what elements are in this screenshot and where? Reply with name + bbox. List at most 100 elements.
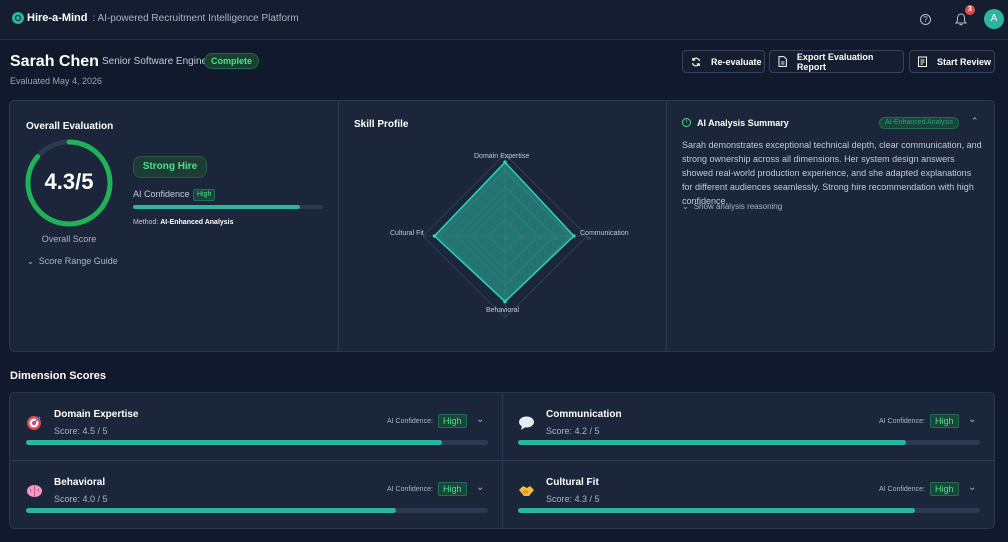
dimension-score-fill — [518, 440, 907, 445]
target-icon — [27, 416, 41, 430]
top-bar: Hire-a-Mind : AI-powered Recruitment Int… — [0, 0, 1008, 40]
dimension-score-bar — [518, 440, 980, 445]
overall-score-label: Overall Score — [41, 234, 97, 244]
export-report-button[interactable]: Export Evaluation Report — [769, 50, 904, 73]
reevaluate-label: Re-evaluate — [711, 56, 762, 67]
dimension-name: Domain Expertise — [54, 409, 139, 420]
dimension-score-bar — [26, 440, 488, 445]
dimension-name: Communication — [546, 409, 622, 420]
dimension-scores-title: Dimension Scores — [10, 370, 106, 382]
brain-icon — [27, 485, 42, 497]
dimension-confidence-label: AI Confidence: — [879, 418, 925, 425]
dimension-confidence-level: High — [438, 482, 467, 496]
dimension-confidence-label: AI Confidence: — [879, 486, 925, 493]
chevron-down-icon[interactable]: ⌄ — [476, 414, 484, 425]
score-range-guide-toggle[interactable]: ⌄ Score Range Guide — [27, 256, 118, 266]
skill-profile-title: Skill Profile — [354, 119, 409, 130]
radar-tick-label: 3 — [552, 237, 558, 240]
dimension-score-bar — [26, 508, 488, 513]
show-reasoning-toggle[interactable]: ⌄ Show analysis reasoning — [682, 202, 782, 211]
overall-evaluation-title: Overall Evaluation — [26, 121, 114, 132]
dimension-score: Score: 4.0 / 5 — [54, 494, 108, 504]
clipboard-icon — [918, 56, 927, 67]
method-label: Method: — [133, 219, 159, 226]
notification-count-badge: 3 — [965, 5, 975, 15]
status-badge: Complete — [204, 53, 260, 69]
radar-tick-label: 5 — [585, 237, 591, 240]
radar-tick-label: 2 — [536, 237, 542, 240]
method-info: Method: AI-Enhanced Analysis — [133, 219, 234, 226]
help-icon[interactable]: ? — [920, 14, 931, 25]
overall-score-value: 4.3/5 — [44, 169, 94, 194]
radar-tick-label: 0 — [503, 237, 509, 240]
dimension-score: Score: 4.5 / 5 — [54, 426, 108, 436]
dimension-score: Score: 4.3 / 5 — [546, 494, 600, 504]
refresh-icon — [691, 57, 701, 66]
speech-bubble-icon — [519, 416, 534, 430]
evaluation-date: Evaluated May 4, 2026 — [10, 76, 103, 86]
start-review-label: Start Review — [937, 56, 992, 67]
recommendation-badge: Strong Hire — [133, 156, 207, 178]
ai-confidence-fill — [133, 205, 301, 209]
dimension-row[interactable]: Cultural Fit Score: 4.3 / 5 AI Confidenc… — [502, 461, 994, 528]
radar-axis-label: Behavioral — [486, 307, 520, 314]
chevron-down-icon[interactable]: ⌄ — [476, 482, 484, 493]
ai-info-icon: i — [682, 118, 691, 127]
chevron-down-icon[interactable]: ⌄ — [968, 414, 976, 425]
dimension-confidence-level: High — [438, 414, 467, 428]
show-reasoning-label: Show analysis reasoning — [693, 202, 783, 211]
dimension-score-fill — [518, 508, 916, 513]
brand-name: Hire-a-Mind — [27, 12, 88, 24]
dimension-confidence-level: High — [930, 482, 959, 496]
radar-axis-label: Cultural Fit — [390, 230, 424, 237]
dimension-row[interactable]: Domain Expertise Score: 4.5 / 5 AI Confi… — [10, 393, 502, 460]
radar-axis-label: Domain Expertise — [474, 153, 530, 160]
brand-tagline: : AI-powered Recruitment Intelligence Pl… — [92, 12, 299, 24]
dimension-scores-card: Domain Expertise Score: 4.5 / 5 AI Confi… — [9, 392, 995, 529]
chevron-up-icon[interactable]: ⌃ — [971, 116, 979, 127]
radar-data-point — [572, 234, 576, 238]
method-value: AI-Enhanced Analysis — [160, 219, 234, 226]
dimension-row[interactable]: Behavioral Score: 4.0 / 5 AI Confidence:… — [10, 461, 502, 528]
dimension-score-fill — [26, 508, 396, 513]
ai-confidence-bar — [133, 205, 323, 209]
name-separator: · — [94, 55, 98, 66]
user-avatar[interactable]: A — [984, 9, 1004, 29]
radar-axis-label: Communication — [580, 230, 629, 237]
radar-data-point — [432, 234, 437, 238]
dimension-name: Cultural Fit — [546, 477, 599, 488]
panel-divider — [338, 101, 339, 351]
logo-icon — [12, 12, 24, 24]
candidate-role: Senior Software Engineer — [102, 56, 216, 67]
chevron-down-icon[interactable]: ⌄ — [968, 482, 976, 493]
candidate-name: Sarah Chen — [10, 53, 99, 70]
chevron-down-icon: ⌄ — [27, 257, 34, 266]
dimension-confidence-level: High — [930, 414, 959, 428]
reevaluate-button[interactable]: Re-evaluate — [682, 50, 765, 73]
chevron-down-icon: ⌄ — [682, 202, 689, 211]
dimension-confidence-label: AI Confidence: — [387, 486, 433, 493]
export-label: Export Evaluation Report — [796, 51, 874, 72]
document-icon — [778, 56, 787, 67]
dimension-score-bar — [518, 508, 980, 513]
radar-data-polygon — [433, 161, 575, 303]
ai-confidence-label: AI Confidence — [133, 189, 190, 199]
bell-icon[interactable] — [955, 13, 967, 26]
dimension-confidence-label: AI Confidence: — [387, 418, 433, 425]
dimension-name: Behavioral — [54, 477, 106, 488]
ai-enhanced-tag: AI-Enhanced Analysis — [879, 117, 960, 129]
radar-data-point — [503, 160, 507, 164]
handshake-icon — [519, 486, 534, 496]
ai-confidence-level: High — [193, 189, 216, 201]
ai-analysis-title: AI Analysis Summary — [697, 118, 789, 128]
radar-data-point — [503, 299, 507, 304]
start-review-button[interactable]: Start Review — [909, 50, 995, 73]
ai-analysis-text: Sarah demonstrates exceptional technical… — [682, 140, 982, 206]
evaluation-card: Overall Evaluation 4.3/5 Overall Score ⌄… — [9, 100, 995, 352]
dimension-score-fill — [26, 440, 442, 445]
radar-tick-label: 1 — [519, 237, 525, 240]
logo[interactable]: Hire-a-Mind : AI-powered Recruitment Int… — [12, 12, 299, 24]
score-range-guide-label: Score Range Guide — [38, 256, 118, 266]
dimension-row[interactable]: Communication Score: 4.2 / 5 AI Confiden… — [502, 393, 994, 460]
dimension-score: Score: 4.2 / 5 — [546, 426, 600, 436]
